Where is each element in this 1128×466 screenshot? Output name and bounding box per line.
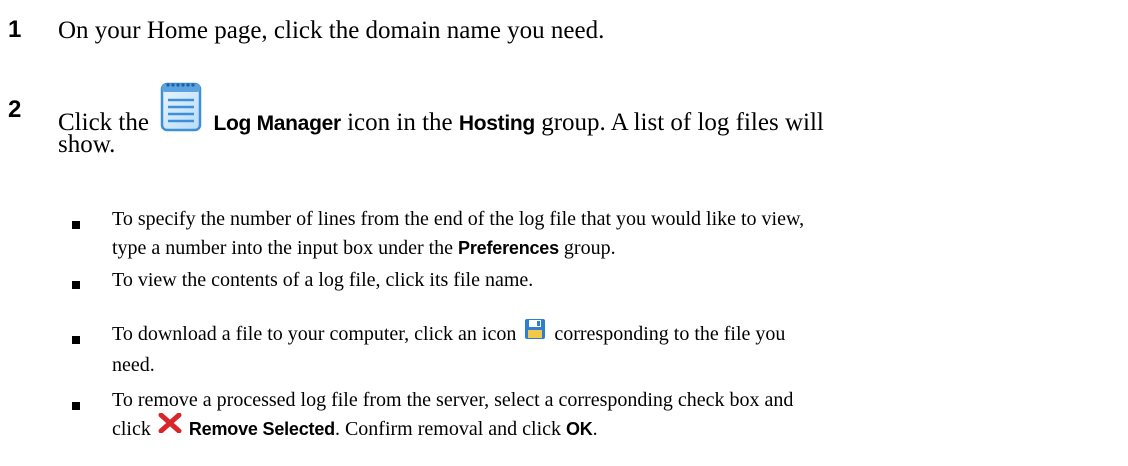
step-text-mid: icon in the [347,109,453,137]
bullet-line: To remove a processed log file from the … [112,389,794,411]
bullet-text: To view the contents of a log file, clic… [112,269,534,291]
bullet-line-text: . [592,418,598,440]
bullet-text: To specify the number of lines from the … [112,205,1112,263]
bullet-marker [72,221,80,229]
log-manager-term: Log Manager [213,112,341,136]
step-text-line2: show. [58,131,116,158]
bullet-line-text: To download a file to your computer, cli… [112,323,517,346]
remove-selected-term: Remove Selected [188,419,335,439]
log-manager-notepad-icon [159,80,203,141]
step-text: On your Home page, click the domain name… [58,17,605,44]
bullet-line-text: group. [563,237,616,259]
bullet-marker [72,336,80,344]
step-text-after: group. A list of log files will [541,109,824,137]
hosting-term: Hosting [458,112,535,136]
step-number: 1 [8,16,22,43]
bullet-text: To download a file to your computer, cli… [112,318,1112,380]
bullet-line: type a number into the input box under t… [112,234,1112,263]
bullet-line: need. [112,354,155,376]
step-text: Click the Log Manager icon in the Hostin… [58,82,824,155]
bullet-marker [72,281,80,289]
preferences-term: Preferences [458,238,559,258]
step-number: 2 [8,96,22,123]
bullet-line: To specify the number of lines from the … [112,208,805,230]
bullet-line: To download a file to your computer, cli… [112,318,1112,351]
bullet-line-text: corresponding to the file you [554,323,786,346]
bullet-line: click Remove Selected. Confirm removal a… [112,412,1112,445]
bullet-line-text: type a number into the input box under t… [112,237,454,259]
bullet-marker [72,402,80,410]
ok-term: OK [566,419,593,439]
bullet-text: To remove a processed log file from the … [112,386,1112,445]
remove-x-icon [158,412,182,442]
save-floppy-icon [524,318,546,349]
bullet-line-text: click [112,418,151,440]
bullet-line-text: . Confirm removal and click [334,418,561,440]
